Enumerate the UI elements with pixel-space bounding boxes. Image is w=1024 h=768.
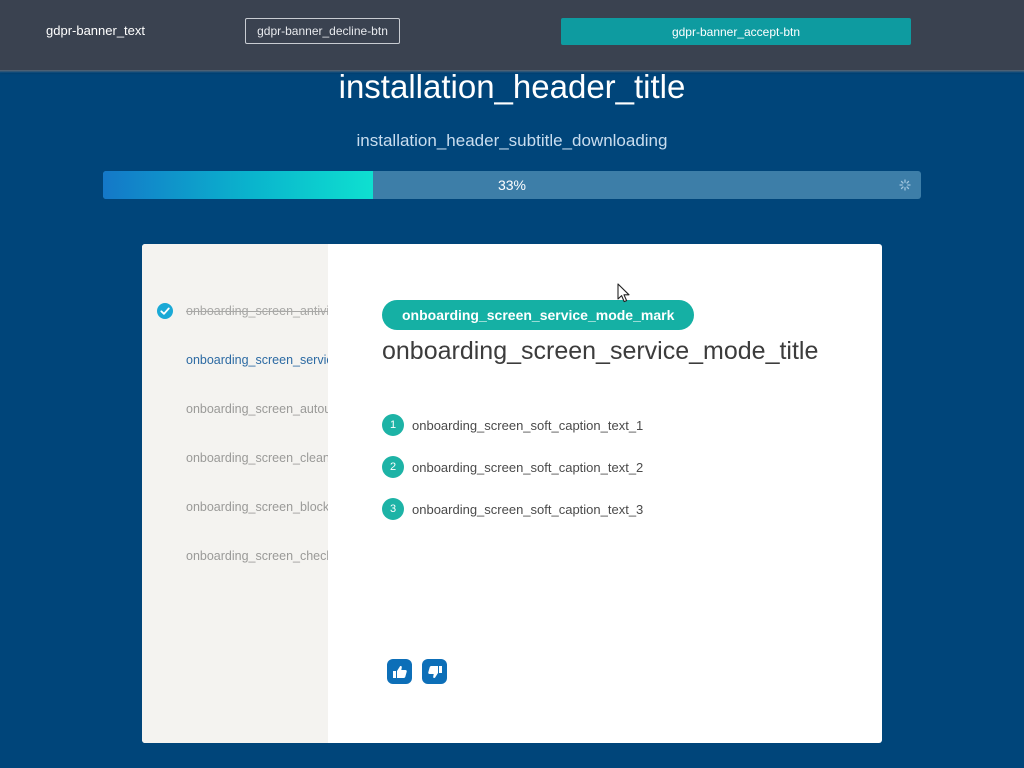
spinner-icon bbox=[899, 179, 911, 191]
service-mode-title: onboarding_screen_service_mode_title bbox=[382, 337, 819, 365]
step-number: 3 bbox=[382, 498, 404, 520]
onboarding-sidebar: onboarding_screen_antivirus onboarding_s… bbox=[142, 244, 328, 743]
service-mode-mark: onboarding_screen_service_mode_mark bbox=[382, 300, 695, 330]
check-circle-icon bbox=[157, 303, 173, 319]
thumbs-up-button[interactable] bbox=[387, 659, 412, 684]
step-text: onboarding_screen_soft_caption_text_1 bbox=[412, 417, 644, 433]
gdpr-banner-text: gdpr-banner_text bbox=[46, 23, 146, 38]
page-title: installation_header_title bbox=[338, 68, 686, 105]
progress-bar: 33% bbox=[103, 171, 921, 199]
caption-step: 2 onboarding_screen_soft_caption_text_2 bbox=[382, 456, 643, 478]
mouse-cursor-icon bbox=[617, 283, 630, 303]
sidebar-item-block[interactable]: onboarding_screen_block bbox=[186, 500, 328, 514]
thumbs-down-button[interactable] bbox=[422, 659, 447, 684]
thumbs-down-icon bbox=[427, 665, 442, 678]
step-number: 2 bbox=[382, 456, 404, 478]
progress-label: 33% bbox=[497, 177, 527, 193]
sidebar-item-cleanup[interactable]: onboarding_screen_cleanup bbox=[186, 451, 328, 465]
onboarding-card: onboarding_screen_antivirus onboarding_s… bbox=[142, 244, 882, 743]
sidebar-item-service[interactable]: onboarding_screen_service bbox=[186, 353, 328, 367]
caption-step: 3 onboarding_screen_soft_caption_text_3 bbox=[382, 498, 643, 520]
sidebar-item-autoupdate[interactable]: onboarding_screen_autoupdate bbox=[186, 402, 328, 416]
gdpr-accept-button[interactable]: gdpr-banner_accept-btn bbox=[561, 18, 911, 45]
thumbs-up-icon bbox=[392, 665, 407, 678]
caption-step: 1 onboarding_screen_soft_caption_text_1 bbox=[382, 414, 643, 436]
step-text: onboarding_screen_soft_caption_text_3 bbox=[412, 501, 644, 517]
sidebar-item-check[interactable]: onboarding_screen_check bbox=[186, 549, 328, 563]
gdpr-decline-button[interactable]: gdpr-banner_decline-btn bbox=[245, 18, 400, 44]
step-number: 1 bbox=[382, 414, 404, 436]
gdpr-banner: gdpr-banner_text gdpr-banner_decline-btn… bbox=[0, 0, 1024, 70]
sidebar-item-antivirus[interactable]: onboarding_screen_antivirus bbox=[186, 304, 328, 318]
page-subtitle: installation_header_subtitle_downloading bbox=[356, 131, 668, 150]
step-text: onboarding_screen_soft_caption_text_2 bbox=[412, 459, 644, 475]
